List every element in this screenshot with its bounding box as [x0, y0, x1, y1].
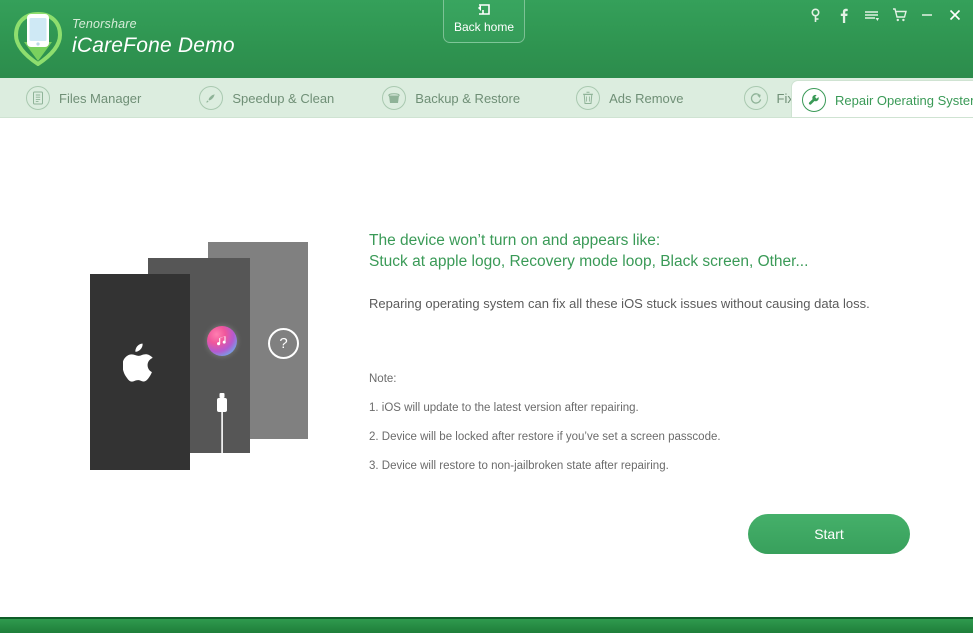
back-home-arrow-icon: [444, 2, 524, 18]
lightning-cable-icon: [213, 393, 231, 458]
stuck-device-illustration: ?: [85, 233, 325, 483]
trash-icon: [576, 86, 601, 110]
bucket-icon: [382, 86, 407, 110]
repair-description: The device won’t turn on and appears lik…: [369, 230, 944, 472]
note-item: 1. iOS will update to the latest version…: [369, 402, 639, 414]
subcopy: Reparing operating system can fix all th…: [369, 296, 870, 311]
tab-label: Ads Remove: [609, 90, 684, 106]
tab-ads-remove[interactable]: Ads Remove: [570, 78, 689, 118]
back-home-label: Back home: [453, 20, 515, 34]
question-mark-icon: ?: [268, 328, 299, 359]
cart-icon[interactable]: [885, 1, 913, 29]
headline: The device won’t turn on and appears lik…: [369, 230, 944, 272]
app-header: Tenorshare iCareFone Demo Back home: [0, 0, 973, 78]
tab-label: Files Manager: [59, 90, 142, 106]
itunes-icon: [207, 326, 237, 356]
headline-line-2: Stuck at apple logo, Recovery mode loop,…: [369, 253, 809, 270]
note-title: Note:: [369, 373, 397, 385]
close-icon[interactable]: [941, 1, 969, 29]
brand-subtitle: Tenorshare: [72, 16, 137, 31]
tab-label: Backup & Restore: [415, 90, 521, 106]
document-list-icon: [26, 86, 50, 110]
apple-logo-icon: [122, 343, 157, 383]
refresh-icon: [743, 86, 768, 110]
tab-repair-operating-system[interactable]: Repair Operating System: [791, 80, 973, 119]
brand-text: Tenorshare iCareFone Demo: [72, 18, 235, 57]
facebook-icon[interactable]: [829, 1, 857, 29]
key-icon[interactable]: [801, 1, 829, 29]
headline-line-1: The device won’t turn on and appears lik…: [369, 232, 661, 249]
menu-icon[interactable]: [857, 1, 885, 29]
note-item: 3. Device will restore to non-jailbroken…: [369, 460, 669, 472]
tab-backup-restore[interactable]: Backup & Restore: [376, 78, 526, 118]
main-tab-bar: Files Manager Speedup & Clean Backup & R…: [0, 78, 973, 119]
icarefone-shield-phone-logo: [12, 8, 64, 66]
tab-label: Repair Operating System: [835, 92, 973, 108]
brand-title: iCareFone Demo: [72, 34, 235, 58]
wrench-icon: [802, 88, 826, 112]
window-controls: [801, 0, 969, 30]
brand: Tenorshare iCareFone Demo: [12, 8, 235, 66]
tab-speedup-clean[interactable]: Speedup & Clean: [193, 78, 340, 118]
tab-files-manager[interactable]: Files Manager: [20, 78, 147, 118]
tab-label: Speedup & Clean: [232, 90, 335, 106]
icarefone-window: Tenorshare iCareFone Demo Back home File…: [0, 0, 973, 633]
footer-bar: [0, 619, 973, 633]
rocket-icon: [199, 86, 224, 110]
minimize-icon[interactable]: [913, 1, 941, 29]
back-home-button[interactable]: Back home: [443, 0, 525, 43]
main-content: ? The device won’t turn on and appears l…: [0, 118, 973, 618]
note-item: 2. Device will be locked after restore i…: [369, 431, 721, 443]
start-button[interactable]: Start: [748, 514, 910, 554]
